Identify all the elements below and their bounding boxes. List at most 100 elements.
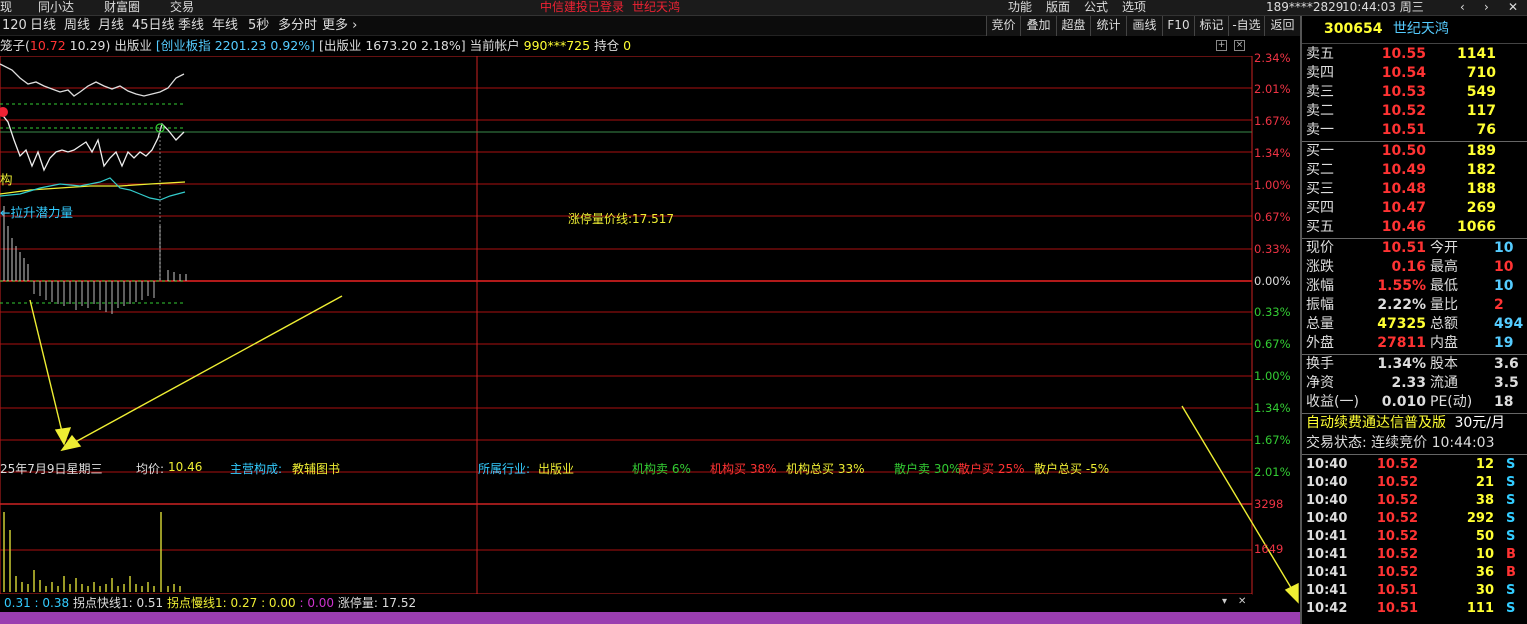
period-quarter[interactable]: 季线 [178,17,204,35]
tick-volume: 111 [1466,601,1494,616]
period-5sec[interactable]: 5秒 [248,17,269,35]
stat-row: 现价 10.51 今开 10 [1306,240,1514,256]
tick-time: 10:40 [1306,475,1348,490]
label-lift: ←拉升潜力量 [0,205,73,220]
limit-volume-value: 17.52 [381,596,417,610]
period-120[interactable]: 120 [2,17,27,35]
dropdown-icon[interactable]: ▾ [1222,596,1227,607]
chart-frame [0,56,1253,595]
bid-row[interactable]: 买一 10.50 189 [1302,142,1527,161]
label-gou: 构 [0,172,13,187]
main-business-value: 教辅图书 [292,462,341,476]
tool-biaoji-button[interactable]: 标记 [1194,16,1228,36]
top-menu-bar: 现 同小达 财富圈 交易 中信建投已登录 世纪天鸿 功能 版面 公式 选项 18… [0,0,1527,16]
stat-row: 净资 2.33 流通 3.5 [1306,375,1519,391]
ask-row[interactable]: 卖一 10.51 76 [1302,121,1527,140]
tick-time: 10:40 [1306,511,1348,526]
tick-price: 10.51 [1376,583,1418,598]
tick-row[interactable]: 10:40 10.52 12 S [1302,456,1527,474]
tick-row[interactable]: 10:40 10.52 38 S [1302,492,1527,510]
tick-row[interactable]: 10:41 10.52 50 S [1302,528,1527,546]
indicator-info-line: 笼子(10.72 10.29) 出版业 [创业板指 2201.23 0.92%]… [0,38,632,53]
avg-price-value: 10.46 [168,460,203,474]
tick-price: 10.52 [1376,493,1418,508]
axis-label: 1.67% [1254,433,1291,447]
menu-item-jiaoyi[interactable]: 交易 [170,0,194,14]
divider [1302,454,1527,455]
tool-f10-button[interactable]: F10 [1162,16,1194,36]
stock-name: 世纪天鸿 [1392,21,1449,37]
close-panel-icon[interactable]: × [1234,40,1245,51]
ask-row[interactable]: 卖三 10.53 549 [1302,83,1527,102]
tick-side: S [1506,511,1516,526]
tick-row[interactable]: 10:41 10.52 10 B [1302,546,1527,564]
close-indicator-icon[interactable]: ✕ [1238,596,1246,607]
tick-time: 10:42 [1306,601,1348,616]
period-45day[interactable]: 45日线 [132,17,175,35]
tick-row[interactable]: 10:41 10.51 30 S [1302,582,1527,600]
cage-lower: 10.29 [69,38,106,53]
limit-volume-label: 涨停量: [337,596,378,610]
period-more[interactable]: 更多 › [322,17,357,35]
period-week[interactable]: 周线 [64,17,90,35]
menu-item-caifuquan[interactable]: 财富圈 [104,0,140,14]
tool-diejia-button[interactable]: 叠加 [1020,16,1056,36]
tool-tongji-button[interactable]: 统计 [1090,16,1126,36]
intraday-chart[interactable] [0,56,1300,612]
menu-item-gongneng[interactable]: 功能 [1008,0,1032,14]
negative-bars [33,281,155,314]
ask-row[interactable]: 卖四 10.54 710 [1302,64,1527,83]
position-label: 持仓 [594,38,620,53]
stock-code: 300654 [1324,21,1383,37]
menu-item-xuanxiang[interactable]: 选项 [1122,0,1146,14]
tick-price: 10.51 [1376,601,1418,616]
tick-price: 10.52 [1376,529,1418,544]
tick-volume: 38 [1475,493,1494,508]
forward-arrow-icon[interactable]: › [1484,0,1489,14]
tool-zixuan-button[interactable]: -自选 [1228,16,1264,36]
menu-item-tongxiaoda[interactable]: 同小达 [38,0,74,14]
tick-price: 10.52 [1376,547,1418,562]
stat-row: 收益(一) 0.010 PE(动) 18 [1306,394,1514,410]
subscription-ad[interactable]: 自动续费通达信普及版 30元/月 [1302,414,1527,433]
menu-item-banmian[interactable]: 版面 [1046,0,1070,14]
ask-row[interactable]: 卖二 10.52 117 [1302,102,1527,121]
period-day[interactable]: 日线 [30,17,56,35]
account-id: 189****2829 [1266,0,1344,14]
quote-header: 300654 世纪天鸿 [1302,16,1527,44]
bid-row[interactable]: 买二 10.49 182 [1302,161,1527,180]
ask-row[interactable]: 卖五 10.55 1141 [1302,45,1527,64]
close-icon[interactable]: ✕ [1508,0,1518,14]
tick-price: 10.52 [1376,457,1418,472]
menu-item-gongshi[interactable]: 公式 [1084,0,1108,14]
industry-label: 所属行业: [478,462,531,476]
account-number: 990***725 [523,38,591,53]
tick-time: 10:41 [1306,529,1348,544]
tick-time: 10:41 [1306,547,1348,562]
period-year[interactable]: 年线 [212,17,238,35]
axis-label: 2.34% [1254,51,1291,65]
price-line [0,111,185,172]
tick-volume: 36 [1475,565,1494,580]
tick-row[interactable]: 10:42 10.51 111 S [1302,600,1527,618]
period-multi[interactable]: 多分时 [278,17,317,35]
tick-side: S [1506,493,1516,508]
tick-row[interactable]: 10:40 10.52 292 S [1302,510,1527,528]
tool-huaxian-button[interactable]: 画线 [1126,16,1162,36]
tick-row[interactable]: 10:41 10.52 36 B [1302,564,1527,582]
industry-name: 出版业 [114,38,152,53]
back-arrow-icon[interactable]: ‹ [1460,0,1465,14]
tool-jingjia-button[interactable]: 竞价 [986,16,1020,36]
bid-row[interactable]: 买三 10.48 188 [1302,180,1527,199]
sector-name: [出版业 [318,38,362,53]
expand-icon[interactable]: + [1216,40,1227,51]
tool-chaopan-button[interactable]: 超盘 [1056,16,1090,36]
menu-item-xian[interactable]: 现 [0,0,12,14]
bottom-scroll-strip[interactable] [0,612,1300,624]
tool-fanhui-button[interactable]: 返回 [1264,16,1300,36]
bid-row[interactable]: 买五 10.46 1066 [1302,218,1527,237]
period-month[interactable]: 月线 [98,17,124,35]
quote-panel: 300654 世纪天鸿 卖五 10.55 1141 卖四 10.54 710 卖三 10.… [1300,16,1527,624]
bid-row[interactable]: 买四 10.47 269 [1302,199,1527,218]
tick-row[interactable]: 10:40 10.52 21 S [1302,474,1527,492]
